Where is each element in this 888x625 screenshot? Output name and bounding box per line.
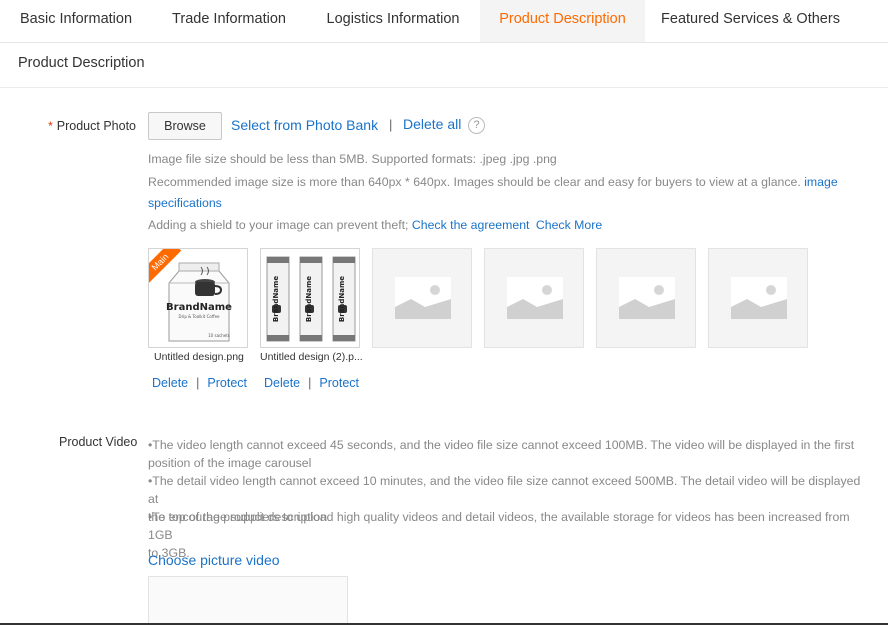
empty-photo-slot[interactable] [484,248,584,348]
svg-text:BrandName: BrandName [338,276,346,322]
image-placeholder-icon [395,277,451,319]
sachet-count-text: 10 sachets [208,333,230,338]
video-rule-1: •The video length cannot exceed 45 secon… [148,438,855,470]
choose-picture-video-link[interactable]: Choose picture video [148,552,280,568]
section-header: Product Description [0,43,888,88]
hint-shield: Adding a shield to your image can preven… [148,218,603,232]
delete-photo-link[interactable]: Delete [264,376,300,390]
tab-basic-information[interactable]: Basic Information [0,0,152,42]
separator: | [389,117,393,132]
help-icon[interactable]: ? [468,117,485,134]
photo-actions: Delete | Protect [264,376,359,390]
video-upload-area[interactable] [148,576,348,625]
empty-photo-slot[interactable] [596,248,696,348]
photo-thumbnail[interactable]: BrandName BrandName BrandName [260,248,360,348]
protect-photo-link[interactable]: Protect [207,376,247,390]
product-video-label: Product Video [59,435,138,449]
coffee-sachets-image: BrandName BrandName BrandName [266,256,356,342]
empty-photo-slot[interactable] [372,248,472,348]
check-more-link[interactable]: Check More [536,218,602,232]
delete-all-link[interactable]: Delete all [403,116,461,132]
photo-thumbnail[interactable]: BrandName Drip & Toolkit Coffee 10 sache… [148,248,248,348]
hint-file-size: Image file size should be less than 5MB.… [148,152,557,166]
hint-recommend: Recommended image size is more than 640p… [148,175,838,189]
image-placeholder-icon [507,277,563,319]
delete-photo-link[interactable]: Delete [152,376,188,390]
check-agreement-link[interactable]: Check the agreement [412,218,530,232]
brand-name-text: BrandName [166,302,232,313]
tab-bar: Basic Information Trade Information Logi… [0,0,888,43]
hint-spec-continued: specifications [148,192,222,214]
tab-product-description[interactable]: Product Description [480,0,645,42]
photo-actions: Delete | Protect [152,376,247,390]
svg-text:Drip & Toolkit Coffee: Drip & Toolkit Coffee [179,314,221,319]
tab-featured-services[interactable]: Featured Services & Others [645,0,856,42]
tab-trade-information[interactable]: Trade Information [152,0,306,42]
required-mark: * [48,119,53,133]
protect-photo-link[interactable]: Protect [319,376,359,390]
svg-text:BrandName: BrandName [272,276,280,322]
empty-photo-slot[interactable] [708,248,808,348]
product-photo-label: * Product Photo [48,119,136,133]
select-photo-bank-link[interactable]: Select from Photo Bank [231,117,378,133]
image-placeholder-icon [619,277,675,319]
image-placeholder-icon [731,277,787,319]
svg-text:BrandName: BrandName [305,276,313,322]
file-name: Untitled design.png [154,351,244,363]
browse-button[interactable]: Browse [148,112,222,140]
image-spec-link-cont[interactable]: specifications [148,196,222,210]
file-name: Untitled design (2).p... [260,351,363,363]
section-title: Product Description [18,55,145,71]
image-spec-link[interactable]: image [804,175,838,189]
tab-logistics-information[interactable]: Logistics Information [306,0,480,42]
